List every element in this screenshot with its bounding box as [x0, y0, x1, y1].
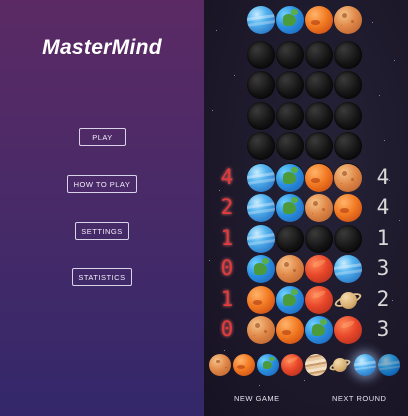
app-title: MasterMind [42, 36, 162, 59]
settings-button[interactable]: SETTINGS [75, 222, 129, 240]
menu-panel: MasterMind PLAY HOW TO PLAY SETTINGS STA… [0, 0, 204, 416]
palette-venus-option[interactable] [209, 354, 231, 376]
how-to-play-button[interactable]: HOW TO PLAY [67, 175, 137, 193]
new-game-button[interactable]: NEW GAME [234, 394, 280, 403]
empty-peg-slot[interactable] [305, 102, 333, 130]
saturn-icon [333, 358, 347, 372]
correct-color-count: 4 [376, 165, 390, 189]
empty-peg-slot[interactable] [334, 71, 362, 99]
star [399, 220, 400, 221]
saturn-icon [340, 292, 357, 309]
palette-jupiter-option[interactable] [305, 354, 327, 376]
empty-peg-slot[interactable] [247, 41, 275, 69]
empty-peg-slot[interactable] [305, 132, 333, 160]
play-button[interactable]: PLAY [79, 128, 126, 146]
star [219, 190, 220, 191]
empty-peg-slot[interactable] [334, 132, 362, 160]
red-peg[interactable] [305, 255, 333, 283]
saturn-peg[interactable] [333, 286, 363, 314]
venus-peg[interactable] [247, 316, 275, 344]
next-round-button[interactable]: NEXT ROUND [332, 394, 386, 403]
palette-neptune-dark-option[interactable] [378, 354, 400, 376]
empty-peg-slot[interactable] [276, 71, 304, 99]
star [212, 110, 213, 111]
mars-peg[interactable] [276, 316, 304, 344]
correct-position-count: 2 [220, 195, 234, 219]
secret-mars-peg [305, 6, 333, 34]
venus-peg[interactable] [334, 164, 362, 192]
mars-peg[interactable] [334, 194, 362, 222]
secret-venus-peg [334, 6, 362, 34]
empty-peg-slot[interactable] [276, 132, 304, 160]
correct-position-count: 1 [220, 287, 234, 311]
star [304, 380, 305, 381]
venus-peg[interactable] [305, 194, 333, 222]
empty-peg-slot[interactable] [276, 41, 304, 69]
empty-peg-slot[interactable] [305, 225, 333, 253]
red-peg[interactable] [334, 316, 362, 344]
correct-color-count: 2 [376, 287, 390, 311]
earth-peg[interactable] [276, 164, 304, 192]
star [384, 140, 385, 141]
empty-peg-slot[interactable] [276, 225, 304, 253]
neptune-peg[interactable] [247, 194, 275, 222]
correct-position-count: 1 [220, 226, 234, 250]
empty-peg-slot[interactable] [276, 102, 304, 130]
palette-neptune-option[interactable] [354, 354, 376, 376]
empty-peg-slot[interactable] [247, 132, 275, 160]
star [394, 60, 395, 61]
neptune-peg[interactable] [247, 225, 275, 253]
empty-peg-slot[interactable] [305, 71, 333, 99]
red-peg[interactable] [305, 286, 333, 314]
star [234, 75, 235, 76]
neptune-peg[interactable] [334, 255, 362, 283]
palette-mars-option[interactable] [233, 354, 255, 376]
palette-earth-option[interactable] [257, 354, 279, 376]
star [372, 22, 373, 23]
correct-color-count: 3 [376, 256, 390, 280]
earth-peg[interactable] [247, 255, 275, 283]
palette-saturn-option[interactable] [328, 354, 352, 376]
earth-peg[interactable] [305, 316, 333, 344]
correct-color-count: 1 [376, 226, 390, 250]
star [379, 95, 380, 96]
star [224, 350, 225, 351]
empty-peg-slot[interactable] [334, 225, 362, 253]
empty-peg-slot[interactable] [305, 41, 333, 69]
correct-position-count: 4 [220, 165, 234, 189]
correct-position-count: 0 [220, 256, 234, 280]
secret-neptune-peg [247, 6, 275, 34]
venus-peg[interactable] [276, 255, 304, 283]
secret-earth-peg [276, 6, 304, 34]
earth-peg[interactable] [276, 194, 304, 222]
mars-peg[interactable] [305, 164, 333, 192]
correct-position-count: 0 [220, 317, 234, 341]
empty-peg-slot[interactable] [247, 102, 275, 130]
empty-peg-slot[interactable] [247, 71, 275, 99]
correct-color-count: 4 [376, 195, 390, 219]
earth-peg[interactable] [276, 286, 304, 314]
game-board: NEW GAME NEXT ROUND 4 4 2 4 1 1 0 3 1 2 0 3 [204, 0, 408, 416]
star [209, 260, 210, 261]
statistics-button[interactable]: STATISTICS [72, 268, 132, 286]
mars-peg[interactable] [247, 286, 275, 314]
star [259, 385, 260, 386]
correct-color-count: 3 [376, 317, 390, 341]
star [216, 30, 217, 31]
empty-peg-slot[interactable] [334, 102, 362, 130]
empty-peg-slot[interactable] [334, 41, 362, 69]
palette-red-option[interactable] [281, 354, 303, 376]
neptune-peg[interactable] [247, 164, 275, 192]
